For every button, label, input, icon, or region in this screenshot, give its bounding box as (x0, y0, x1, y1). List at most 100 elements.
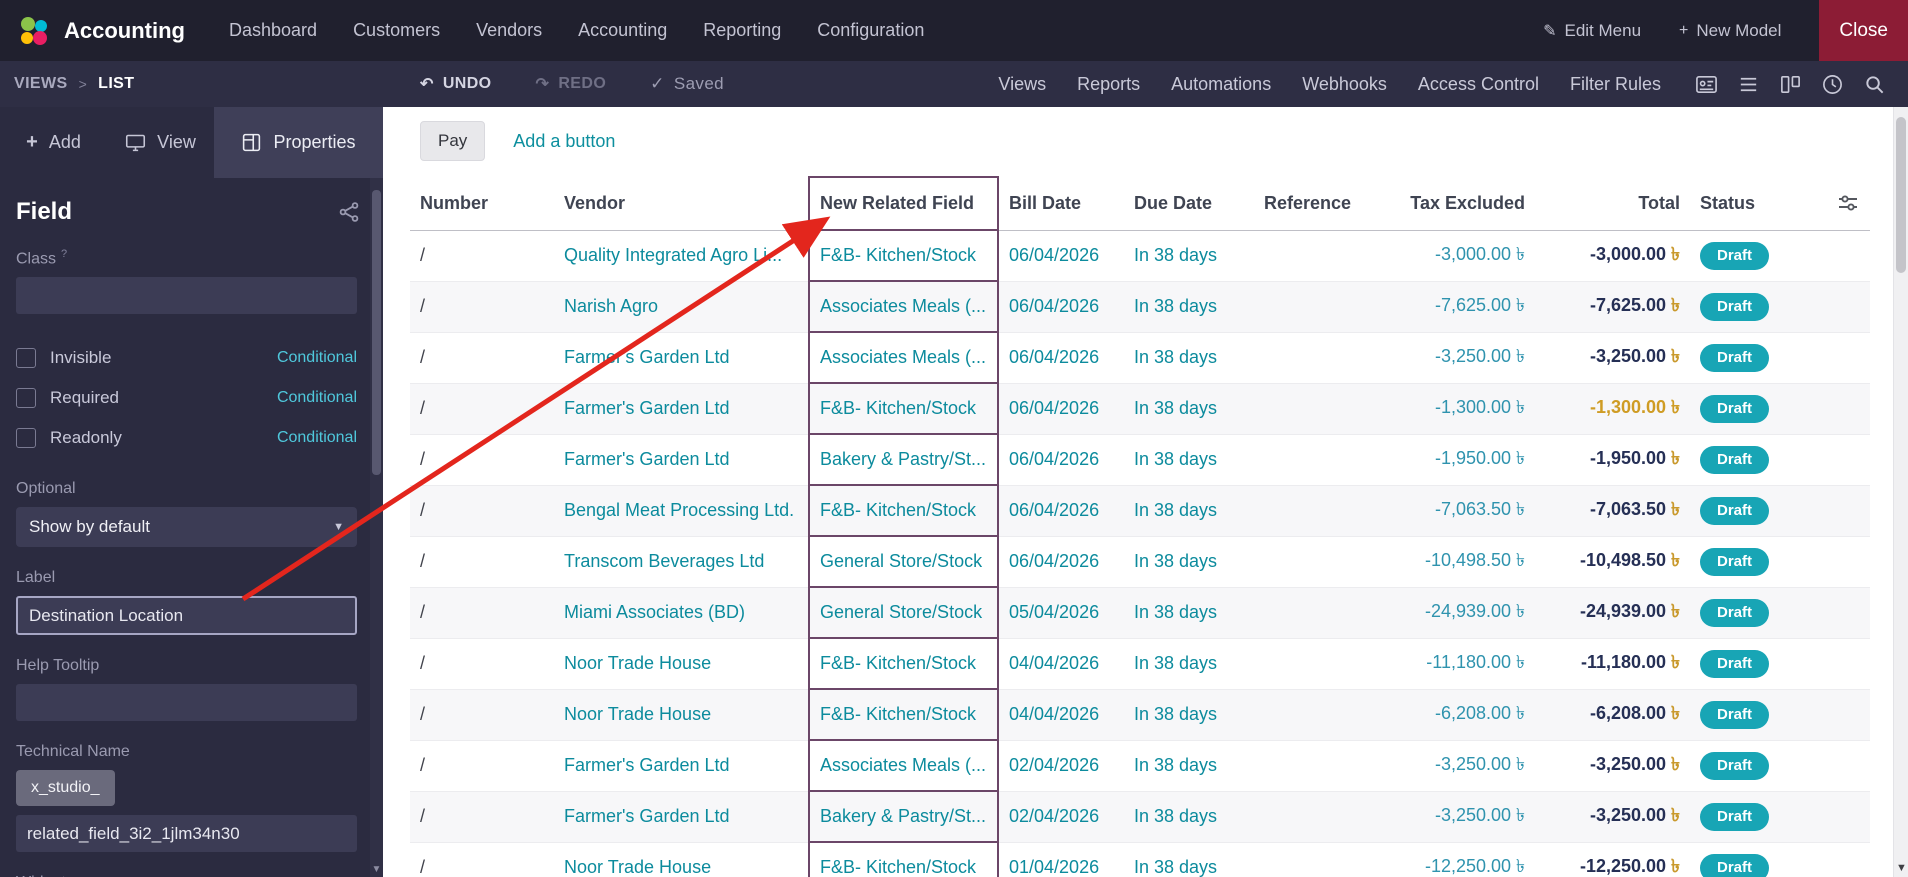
cell-new-related-field[interactable]: General Store/Stock (808, 535, 999, 588)
optional-select[interactable]: Show by default ▼ (16, 507, 357, 548)
studio-link-access-control[interactable]: Access Control (1418, 74, 1539, 95)
cell-new-related-field[interactable]: F&B- Kitchen/Stock (808, 841, 999, 877)
studio-link-reports[interactable]: Reports (1077, 74, 1140, 95)
table-row[interactable]: / Bengal Meat Processing Ltd. F&B- Kitch… (410, 484, 1870, 537)
cell-new-related-field[interactable]: F&B- Kitchen/Stock (808, 637, 999, 690)
cell-new-related-field[interactable]: F&B- Kitchen/Stock (808, 229, 999, 282)
col-header-tax-excluded[interactable]: Tax Excluded (1390, 177, 1535, 231)
invisible-checkbox[interactable] (16, 348, 36, 369)
invisible-conditional-link[interactable]: Conditional (277, 349, 357, 367)
table-row[interactable]: / Farmer's Garden Ltd F&B- Kitchen/Stock… (410, 382, 1870, 435)
cell-new-related-field[interactable]: F&B- Kitchen/Stock (808, 484, 999, 537)
class-label: Class? (16, 248, 68, 268)
tab-properties[interactable]: Properties (214, 107, 383, 178)
status-badge: Draft (1700, 598, 1770, 627)
search-icon[interactable] (1863, 73, 1886, 96)
cell-reference (1254, 587, 1390, 639)
cell-status: Draft (1690, 587, 1790, 639)
table-row[interactable]: / Narish Agro Associates Meals (... 06/0… (410, 280, 1870, 333)
cell-options (1790, 740, 1870, 792)
menu-item-customers[interactable]: Customers (353, 20, 440, 41)
activity-clock-icon[interactable] (1821, 73, 1844, 96)
new-model-button[interactable]: + New Model (1679, 21, 1781, 41)
menu-item-configuration[interactable]: Configuration (817, 20, 924, 41)
main-scrollbar[interactable]: ▼ (1893, 107, 1908, 877)
studio-link-automations[interactable]: Automations (1171, 74, 1271, 95)
kanban-view-icon[interactable] (1779, 73, 1802, 96)
connector-share-icon[interactable] (337, 200, 361, 224)
required-conditional-link[interactable]: Conditional (277, 389, 357, 407)
cell-tax-excluded: -10,498.50 ৳ (1390, 536, 1535, 588)
table-row[interactable]: / Miami Associates (BD) General Store/St… (410, 586, 1870, 639)
table-row[interactable]: / Noor Trade House F&B- Kitchen/Stock 04… (410, 688, 1870, 741)
main-scroll-down-icon[interactable]: ▼ (1894, 862, 1908, 874)
sidebar-scroll-down-icon[interactable]: ▼ (370, 864, 383, 875)
table-row[interactable]: / Transcom Beverages Ltd General Store/S… (410, 535, 1870, 588)
readonly-checkbox[interactable] (16, 428, 36, 449)
col-header-total[interactable]: Total (1535, 177, 1690, 231)
sidebar-scrollbar[interactable]: ▼ (370, 178, 383, 877)
label-input[interactable] (16, 596, 357, 636)
table-row[interactable]: / Farmer's Garden Ltd Bakery & Pastry/St… (410, 433, 1870, 486)
col-header-due-date[interactable]: Due Date (1124, 177, 1254, 231)
col-header-bill-date[interactable]: Bill Date (998, 177, 1124, 231)
tab-view[interactable]: View (107, 107, 214, 178)
table-row[interactable]: / Farmer's Garden Ltd Associates Meals (… (410, 739, 1870, 792)
cell-new-related-field[interactable]: General Store/Stock (808, 586, 999, 639)
cell-new-related-field[interactable]: Associates Meals (... (808, 739, 999, 792)
undo-button[interactable]: ↶ UNDO (420, 74, 492, 94)
cell-tax-excluded: -24,939.00 ৳ (1390, 587, 1535, 639)
tab-properties-label: Properties (273, 132, 356, 152)
cell-number: / (410, 383, 554, 435)
menu-item-dashboard[interactable]: Dashboard (229, 20, 317, 41)
optional-columns-icon[interactable] (1836, 191, 1860, 215)
readonly-conditional-link[interactable]: Conditional (277, 429, 357, 447)
cell-vendor: Noor Trade House (554, 842, 809, 877)
cell-new-related-field[interactable]: Bakery & Pastry/St... (808, 790, 999, 843)
pay-button[interactable]: Pay (420, 121, 486, 161)
breadcrumb-views[interactable]: VIEWS (14, 75, 68, 93)
cell-new-related-field[interactable]: Associates Meals (... (808, 280, 999, 333)
tab-add[interactable]: + Add (0, 107, 107, 178)
studio-sidebar: + Add View Properties Field Class ? Invi… (0, 107, 383, 877)
table-row[interactable]: / Farmer's Garden Ltd Bakery & Pastry/St… (410, 790, 1870, 843)
main-scrollbar-thumb[interactable] (1896, 117, 1906, 273)
close-studio-button[interactable]: Close (1819, 0, 1908, 61)
odoo-apps-icon[interactable] (16, 13, 52, 49)
cell-total: -3,250.00 ৳ (1535, 791, 1690, 843)
table-row[interactable]: / Noor Trade House F&B- Kitchen/Stock 01… (410, 841, 1870, 877)
col-header-reference[interactable]: Reference (1254, 177, 1390, 231)
cell-new-related-field[interactable]: Bakery & Pastry/St... (808, 433, 999, 486)
menu-item-accounting[interactable]: Accounting (578, 20, 667, 41)
col-header-vendor[interactable]: Vendor (554, 177, 809, 231)
studio-link-webhooks[interactable]: Webhooks (1302, 74, 1387, 95)
studio-link-filter-rules[interactable]: Filter Rules (1570, 74, 1661, 95)
cell-options (1790, 383, 1870, 435)
edit-menu-button[interactable]: ✎ Edit Menu (1543, 21, 1641, 41)
sidebar-scrollbar-thumb[interactable] (372, 190, 381, 475)
form-view-icon[interactable] (1695, 73, 1718, 96)
studio-link-views[interactable]: Views (998, 74, 1046, 95)
table-row[interactable]: / Farmer's Garden Ltd Associates Meals (… (410, 331, 1870, 384)
list-view-icon[interactable] (1737, 73, 1760, 96)
col-header-number[interactable]: Number (410, 177, 554, 231)
status-badge: Draft (1700, 700, 1770, 729)
required-checkbox[interactable] (16, 388, 36, 409)
menu-item-vendors[interactable]: Vendors (476, 20, 542, 41)
table-row[interactable]: / Noor Trade House F&B- Kitchen/Stock 04… (410, 637, 1870, 690)
cell-bill-date: 06/04/2026 (998, 383, 1124, 435)
cell-new-related-field[interactable]: Associates Meals (... (808, 331, 999, 384)
col-header-status[interactable]: Status (1690, 177, 1790, 231)
help-tooltip-input[interactable] (16, 684, 357, 722)
cell-options (1790, 332, 1870, 384)
table-row[interactable]: / Quality Integrated Agro Li... F&B- Kit… (410, 229, 1870, 282)
add-a-button-link[interactable]: Add a button (513, 131, 615, 152)
menu-item-reporting[interactable]: Reporting (703, 20, 781, 41)
class-input[interactable] (16, 277, 357, 315)
technical-name-input[interactable] (16, 815, 357, 853)
field-properties-panel: Field Class? Invisible Conditional Requi… (0, 178, 383, 877)
cell-new-related-field[interactable]: F&B- Kitchen/Stock (808, 688, 999, 741)
redo-button[interactable]: ↷ REDO (536, 74, 607, 94)
col-header-new-related-field[interactable]: New Related Field (808, 176, 999, 231)
cell-new-related-field[interactable]: F&B- Kitchen/Stock (808, 382, 999, 435)
